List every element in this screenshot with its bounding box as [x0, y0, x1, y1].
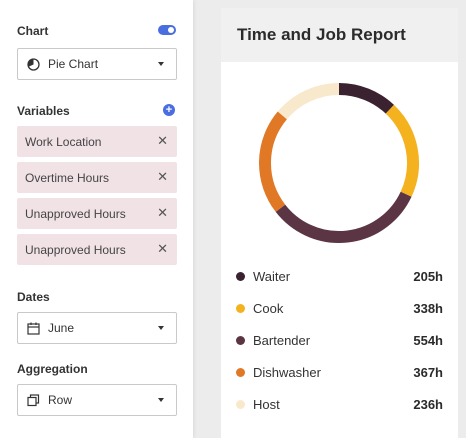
close-icon[interactable]: ✕ — [157, 242, 168, 256]
variable-chip: Unapproved Hours ✕ — [17, 234, 177, 265]
add-variable-button[interactable]: + — [163, 104, 175, 116]
legend-swatch — [236, 335, 245, 345]
dates-value: June — [48, 321, 75, 335]
legend-label: Cook — [253, 300, 284, 316]
aggregation-section-label: Aggregation — [17, 362, 88, 376]
toggle-knob — [168, 27, 174, 33]
legend-label: Host — [253, 396, 280, 412]
variables-section-label: Variables — [17, 104, 70, 118]
chart-section-label: Chart — [17, 24, 49, 38]
legend-value: 367h — [413, 364, 443, 380]
variable-chip: Overtime Hours ✕ — [17, 162, 177, 193]
donut-chart — [259, 83, 419, 243]
dates-section-label: Dates — [17, 290, 50, 304]
chevron-down-icon — [158, 62, 164, 66]
aggregation-select[interactable]: Row — [17, 384, 177, 416]
legend-item: Cook 338h — [236, 298, 443, 318]
legend-item: Dishwasher 367h — [236, 362, 443, 382]
legend-value: 554h — [413, 332, 443, 348]
legend-item: Waiter 205h — [236, 266, 443, 286]
chart-toggle[interactable] — [158, 25, 176, 35]
legend-swatch — [236, 303, 245, 313]
legend-item: Host 236h — [236, 394, 443, 414]
donut-slice-host[interactable] — [277, 83, 340, 120]
dates-select[interactable]: June — [17, 312, 177, 344]
variable-chip: Work Location ✕ — [17, 126, 177, 157]
legend-swatch — [236, 271, 245, 281]
legend-label: Waiter — [253, 268, 291, 284]
variable-chip-label: Overtime Hours — [25, 170, 110, 185]
chevron-down-icon — [158, 326, 164, 330]
donut-slice-dishwasher[interactable] — [259, 111, 288, 212]
variable-chip-label: Unapproved Hours — [25, 206, 126, 221]
close-icon[interactable]: ✕ — [157, 206, 168, 220]
legend-swatch — [236, 367, 245, 377]
donut-slice-cook[interactable] — [385, 104, 419, 197]
calendar-icon — [26, 321, 40, 335]
pie-chart-icon — [26, 57, 40, 71]
donut-slice-waiter[interactable] — [338, 83, 394, 114]
variable-chip: Unapproved Hours ✕ — [17, 198, 177, 229]
variable-chip-label: Unapproved Hours — [25, 242, 126, 257]
legend-value: 338h — [413, 300, 443, 316]
chart-type-select[interactable]: Pie Chart — [17, 48, 177, 80]
close-icon[interactable]: ✕ — [157, 134, 168, 148]
report-card: Time and Job Report Waiter 205h Cook 338h Ba… — [221, 8, 458, 438]
report-header: Time and Job Report — [221, 8, 458, 62]
close-icon[interactable]: ✕ — [157, 170, 168, 184]
aggregation-value: Row — [48, 393, 73, 407]
settings-panel: Chart Pie Chart Variables + Work Locatio… — [0, 0, 193, 438]
legend-label: Dishwasher — [253, 364, 321, 380]
legend-label: Bartender — [253, 332, 311, 348]
donut-slice-bartender[interactable] — [275, 191, 412, 243]
legend-value: 205h — [413, 268, 443, 284]
legend-value: 236h — [413, 396, 443, 412]
legend-swatch — [236, 399, 245, 409]
chart-type-value: Pie Chart — [48, 57, 99, 71]
report-title: Time and Job Report — [237, 25, 406, 44]
legend-item: Bartender 554h — [236, 330, 443, 350]
chevron-down-icon — [158, 398, 164, 402]
variable-chip-label: Work Location — [25, 134, 102, 149]
copy-icon — [26, 393, 40, 407]
